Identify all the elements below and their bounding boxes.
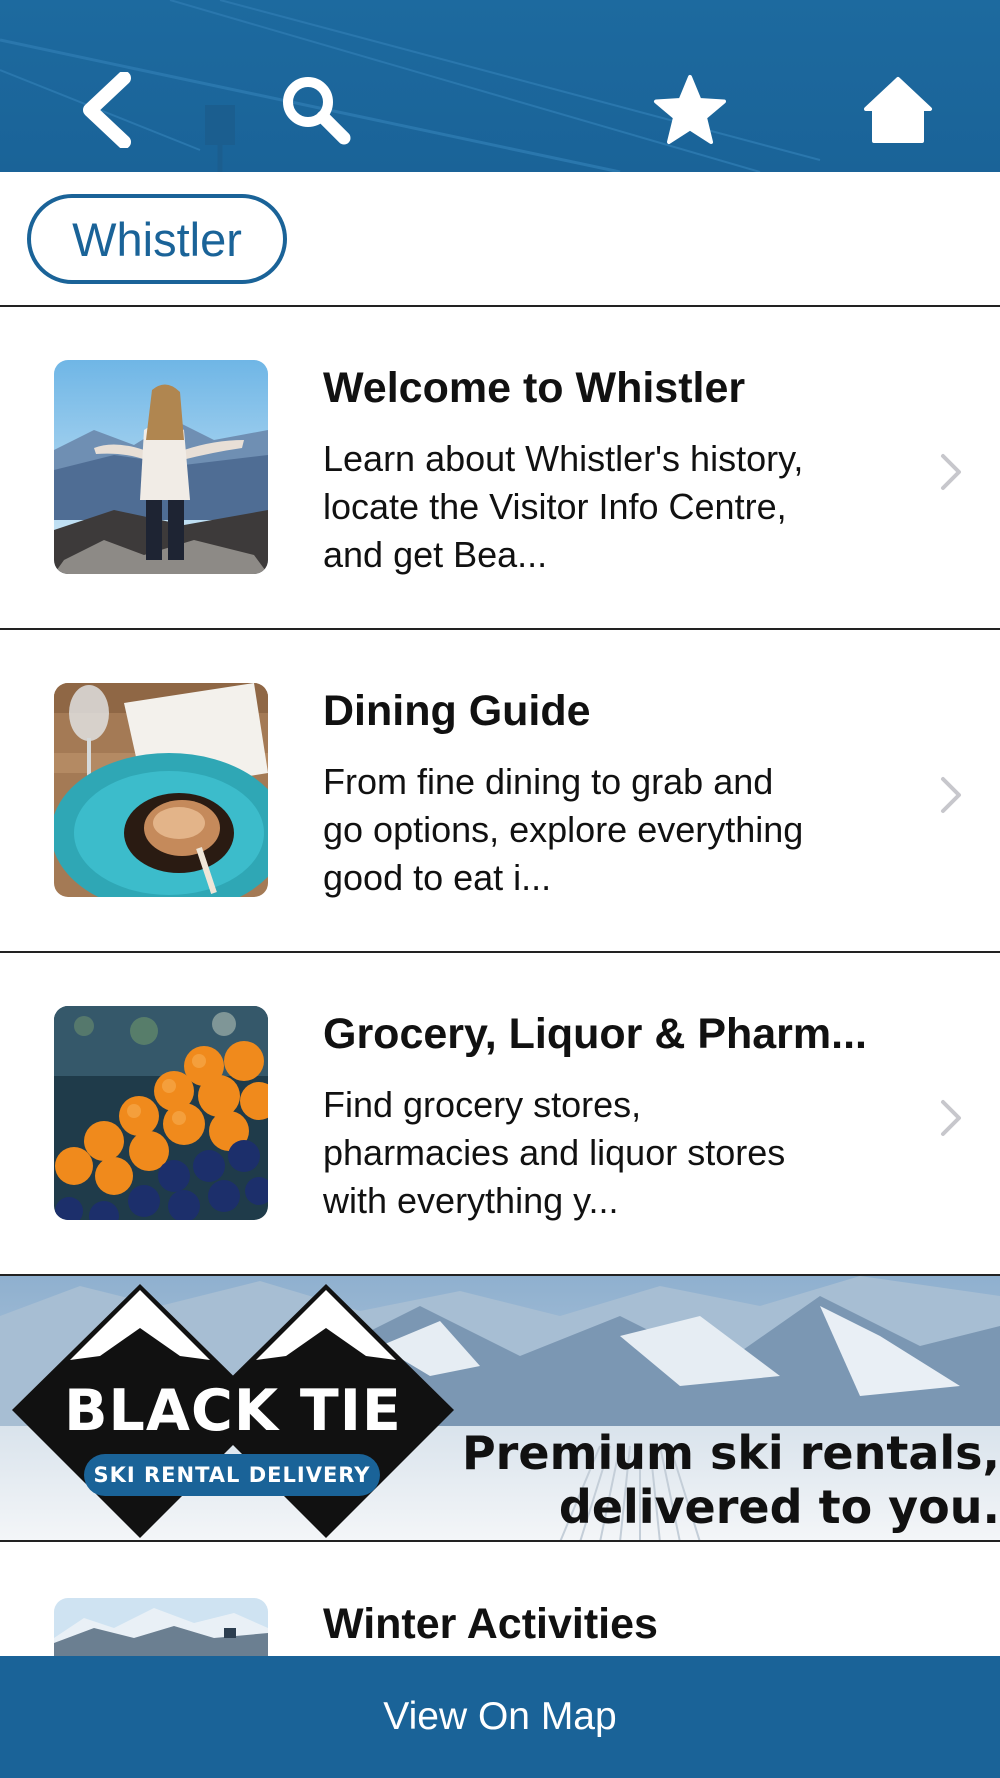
item-title: Welcome to Whistler xyxy=(323,364,746,412)
top-nav-bar xyxy=(0,0,1000,172)
back-button[interactable] xyxy=(60,64,152,156)
dining-thumbnail xyxy=(54,683,268,897)
ad-brand-subtitle: SKI RENTAL DELIVERY xyxy=(84,1454,380,1496)
item-description: From fine dining to grab and go options,… xyxy=(323,761,804,898)
list-item[interactable]: Welcome to Whistler Learn about Whistler… xyxy=(0,307,1000,630)
location-filter-row: Whistler xyxy=(0,172,1000,307)
chevron-right-icon xyxy=(941,454,961,490)
home-icon xyxy=(864,77,932,143)
grocery-thumbnail xyxy=(54,1006,268,1220)
location-chip[interactable]: Whistler xyxy=(27,194,287,284)
favorites-button[interactable] xyxy=(644,64,736,156)
list-item[interactable]: Dining Guide From fine dining to grab an… xyxy=(0,630,1000,953)
ad-tagline-line1: Premium ski rentals, xyxy=(461,1426,1000,1480)
home-button[interactable] xyxy=(852,64,944,156)
chevron-right-icon xyxy=(941,1100,961,1136)
ad-banner[interactable]: BLACK TIE SKI RENTAL DELIVERY Premium sk… xyxy=(0,1276,1000,1542)
search-icon xyxy=(283,77,351,145)
chevron-right-icon xyxy=(941,777,961,813)
item-title: Dining Guide xyxy=(323,687,591,735)
list-item[interactable]: Grocery, Liquor & Pharm... Find grocery … xyxy=(0,953,1000,1276)
list-item[interactable]: Winter Activities xyxy=(0,1544,1000,1656)
ad-tagline: Premium ski rentals, delivered to you. xyxy=(440,1426,1000,1534)
item-description: Find grocery stores, pharmacies and liqu… xyxy=(323,1084,786,1221)
item-description: Learn about Whistler's history, locate t… xyxy=(323,438,804,575)
ad-brand-name: BLACK TIE xyxy=(64,1378,402,1444)
search-button[interactable] xyxy=(270,64,362,156)
item-title: Winter Activities xyxy=(323,1600,658,1648)
chevron-left-icon xyxy=(83,72,131,148)
winter-activities-thumbnail xyxy=(54,1598,268,1656)
view-on-map-button[interactable]: View On Map xyxy=(0,1656,1000,1778)
ad-tagline-line2: delivered to you. xyxy=(558,1480,1000,1534)
star-icon xyxy=(654,75,726,144)
welcome-thumbnail xyxy=(54,360,268,574)
item-title: Grocery, Liquor & Pharm... xyxy=(323,1010,867,1058)
